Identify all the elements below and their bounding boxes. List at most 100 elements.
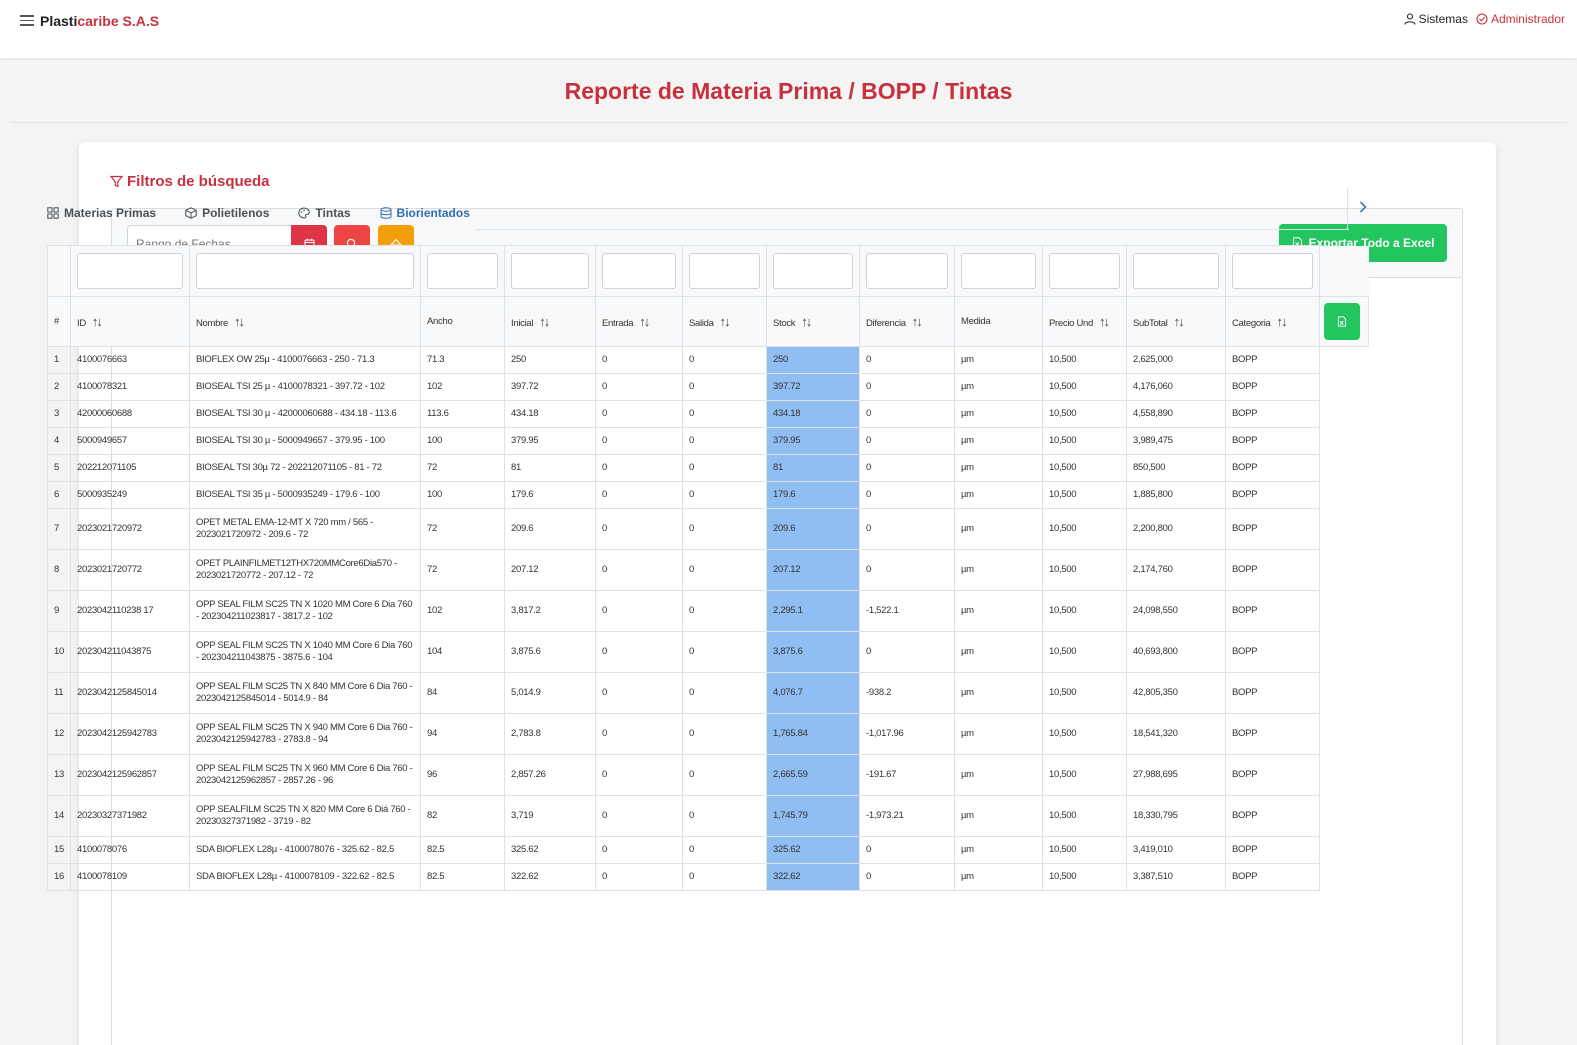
col-header-stock[interactable]: Stock ↑↓ (766, 296, 860, 347)
sort-icon[interactable]: ↑↓ (720, 314, 731, 329)
cell-categoria: BOPP (1225, 346, 1320, 374)
table-row[interactable]: 15 4100078076 SDA BIOFLEX L28µ - 410007807… (47, 836, 1369, 864)
cell-ancho: 82.5 (420, 863, 505, 891)
cell-id: 5000935249 (70, 481, 190, 509)
cell-subtotal: 3,387,510 (1126, 863, 1226, 891)
filter-entrada-input[interactable] (602, 253, 676, 289)
cell-categoria: BOPP (1225, 549, 1320, 591)
cell-entrada: 0 (595, 454, 683, 482)
cell-subtotal: 4,558,890 (1126, 400, 1226, 428)
filter-ancho-input[interactable] (427, 253, 498, 289)
sort-icon[interactable]: ↑↓ (234, 314, 245, 329)
cell-salida: 0 (682, 836, 767, 864)
filter-categoria-input[interactable] (1232, 253, 1313, 289)
cell-ancho: 72 (420, 549, 505, 591)
cell-subtotal: 24,098,550 (1126, 590, 1226, 632)
top-navbar: Plasticaribe S.A.S Sistemas Administrado… (0, 0, 1577, 58)
table-row[interactable]: 10 202304211043875 OPP SEAL FILM SC25 TN X… (47, 631, 1369, 673)
cell-diferencia: 0 (859, 373, 955, 401)
cell-stock: 1,765.84 (766, 713, 860, 755)
row-spacer (1320, 632, 1369, 673)
cell-precio-und: 10,500 (1042, 346, 1127, 374)
cell-medida: µm (954, 795, 1043, 837)
cell-ancho: 94 (420, 713, 505, 755)
table-row[interactable]: 4 5000949657 BIOSEAL TSI 30 µ - 5000949657… (47, 427, 1369, 455)
cell-nombre: OPP SEALFILM SC25 TN X 820 MM Core 6 Diá… (189, 795, 421, 837)
table-row[interactable]: 11 2023042125845014 OPP SEAL FILM SC25 TN … (47, 672, 1369, 714)
sort-icon[interactable]: ↑↓ (639, 314, 650, 329)
cell-id: 2023042125942783 (70, 713, 190, 755)
col-header-entrada[interactable]: Entrada ↑↓ (595, 296, 683, 347)
table-row[interactable]: 13 2023042125962857 OPP SEAL FILM SC25 TN … (47, 754, 1369, 796)
sort-icon[interactable]: ↑↓ (801, 314, 812, 329)
cell-index: 10 (47, 631, 71, 673)
table-row[interactable]: 1 4100076663 BIOFLEX OW 25µ - 4100076663 -… (47, 346, 1369, 374)
filter-subtotal-input[interactable] (1133, 253, 1219, 289)
filter-inicial-input[interactable] (511, 253, 589, 289)
cell-inicial: 209.6 (504, 508, 596, 550)
filter-nombre-input[interactable] (196, 253, 414, 289)
row-spacer (1320, 755, 1369, 796)
table-row[interactable]: 16 4100078109 SDA BIOFLEX L28µ - 410007810… (47, 863, 1369, 891)
filter-cell (1042, 245, 1127, 297)
cell-categoria: BOPP (1225, 836, 1320, 864)
chevron-right-icon[interactable] (1359, 201, 1367, 213)
table-row[interactable]: 9 2023042110238 17 OPP SEAL FILM SC25 TN X… (47, 590, 1369, 632)
menu-icon[interactable] (20, 15, 34, 27)
sort-icon[interactable]: ↑↓ (912, 314, 923, 329)
col-header-subtotal[interactable]: SubTotal ↑↓ (1126, 296, 1226, 347)
col-header-diferencia[interactable]: Diferencia ↑↓ (859, 296, 955, 347)
col-header-categoria[interactable]: Categoria ↑↓ (1225, 296, 1320, 347)
cell-salida: 0 (682, 346, 767, 374)
admin-link[interactable]: Administrador (1476, 12, 1565, 26)
cell-precio-und: 10,500 (1042, 713, 1127, 755)
table-row[interactable]: 6 5000935249 BIOSEAL TSI 35 µ - 5000935249… (47, 481, 1369, 509)
sort-icon[interactable]: ↑↓ (1277, 314, 1288, 329)
sort-icon[interactable]: ↑↓ (539, 314, 550, 329)
export-table-button[interactable] (1324, 303, 1360, 340)
tabs-underline (476, 229, 1349, 230)
systems-link[interactable]: Sistemas (1404, 12, 1468, 26)
cell-medida: µm (954, 590, 1043, 632)
sort-icon[interactable]: ↑↓ (1099, 314, 1110, 329)
filter-diferencia-input[interactable] (866, 253, 948, 289)
table-row[interactable]: 14 20230327371982 OPP SEALFILM SC25 TN X 8… (47, 795, 1369, 837)
table-row[interactable]: 7 2023021720972 OPET METAL EMA-12-MT X 720… (47, 508, 1369, 550)
filter-precio-input[interactable] (1049, 253, 1120, 289)
col-header-salida[interactable]: Salida ↑↓ (682, 296, 767, 347)
cell-diferencia: -191.67 (859, 754, 955, 796)
filter-salida-input[interactable] (689, 253, 760, 289)
sort-icon[interactable]: ↑↓ (1174, 314, 1185, 329)
table-row[interactable]: 2 4100078321 BIOSEAL TSI 25 µ - 4100078321… (47, 373, 1369, 401)
sort-icon[interactable]: ↑↓ (92, 314, 103, 329)
tab-biorientados[interactable]: Biorientados (380, 206, 470, 220)
table-row[interactable]: 8 2023021720772 OPET PLAINFILMET12THX720MM… (47, 549, 1369, 591)
cell-nombre: SDA BIOFLEX L28µ - 4100078076 - 325.62 -… (189, 836, 421, 864)
cell-precio-und: 10,500 (1042, 373, 1127, 401)
filter-stock-input[interactable] (773, 253, 853, 289)
cell-medida: µm (954, 549, 1043, 591)
cell-diferencia: 0 (859, 481, 955, 509)
cell-stock: 4,076.7 (766, 672, 860, 714)
tab-polietilenos[interactable]: Polietilenos (185, 206, 269, 220)
tab-tintas[interactable]: Tintas (298, 206, 351, 220)
cell-medida: µm (954, 454, 1043, 482)
filter-cell-index (47, 245, 71, 297)
cell-subtotal: 3,419,010 (1126, 836, 1226, 864)
row-spacer (1320, 673, 1369, 714)
filter-medida-input[interactable] (961, 253, 1036, 289)
col-header-nombre[interactable]: Nombre ↑↓ (189, 296, 421, 347)
col-header-inicial[interactable]: Inicial ↑↓ (504, 296, 596, 347)
filter-id-input[interactable] (77, 253, 183, 289)
table-row[interactable]: 12 2023042125942783 OPP SEAL FILM SC25 TN … (47, 713, 1369, 755)
table-row[interactable]: 5 202212071105 BIOSEAL TSI 30µ 72 - 202212… (47, 454, 1369, 482)
table-row[interactable]: 3 42000060688 BIOSEAL TSI 30 µ - 420000606… (47, 400, 1369, 428)
col-header-precio[interactable]: Precio Und ↑↓ (1042, 296, 1127, 347)
admin-label: Administrador (1490, 12, 1565, 26)
tab-materias-primas[interactable]: Materias Primas (47, 206, 156, 220)
page-title: Reporte de Materia Prima / BOPP / Tintas (564, 78, 1013, 104)
cell-ancho: 82 (420, 795, 505, 837)
cell-subtotal: 18,541,320 (1126, 713, 1226, 755)
database-icon (380, 207, 392, 219)
col-header-id[interactable]: ID ↑↓ (70, 296, 190, 347)
